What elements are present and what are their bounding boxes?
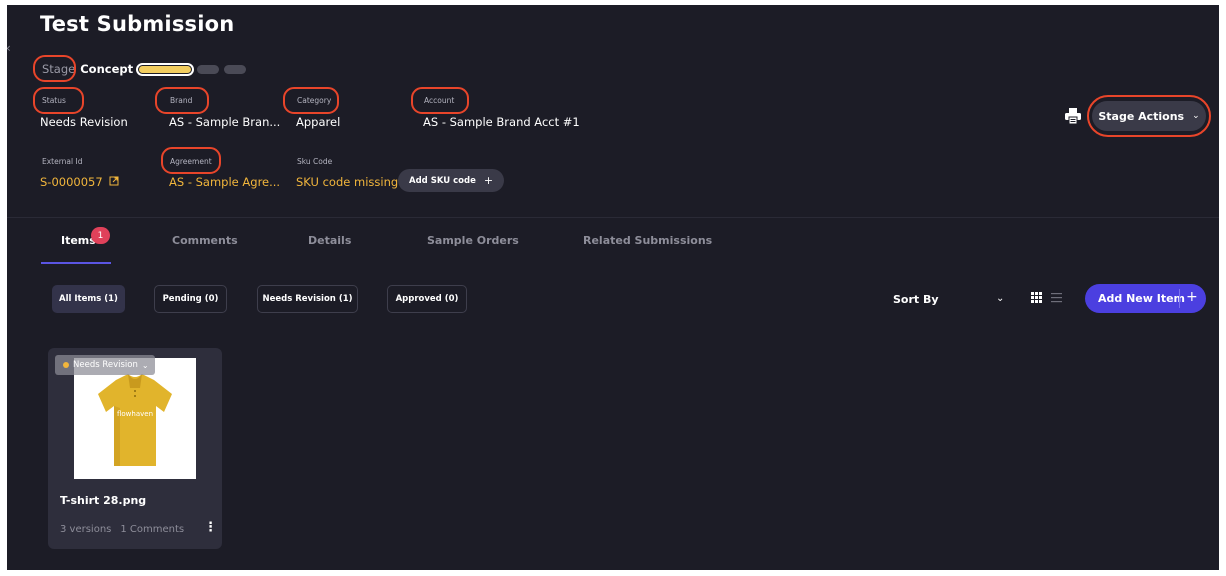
stage-label: Stage xyxy=(42,62,76,76)
item-versions[interactable]: 3 versions xyxy=(60,524,111,535)
tab-sample-orders[interactable]: Sample Orders xyxy=(427,234,519,247)
status-dot xyxy=(63,362,69,368)
account-value[interactable]: AS - Sample Brand Acct #1 xyxy=(423,115,580,129)
chevron-down-icon[interactable]: ⌄ xyxy=(996,293,1004,304)
external-id-label: External Id xyxy=(42,157,83,166)
tshirt-image: flowhaven xyxy=(98,374,172,466)
brand-value[interactable]: AS - Sample Bran... xyxy=(169,115,280,129)
category-label: Category xyxy=(297,96,332,105)
stage-actions-label: Stage Actions xyxy=(1098,109,1185,123)
add-sku-code-label: Add SKU code xyxy=(409,175,476,186)
stage-row: Stage Concept xyxy=(40,61,247,77)
stage-progress-concept xyxy=(136,62,195,76)
agreement-label: Agreement xyxy=(170,157,212,166)
submission-page: ‹ Test Submission Stage Concept Status N… xyxy=(7,5,1219,570)
stage-value: Concept xyxy=(80,62,134,76)
tab-related-submissions[interactable]: Related Submissions xyxy=(583,234,712,247)
brand-label: Brand xyxy=(170,96,193,105)
sku-code-value: SKU code missing xyxy=(296,175,399,189)
items-count-badge: 1 xyxy=(91,227,110,244)
tab-comments[interactable]: Comments xyxy=(172,234,238,247)
add-sku-code-button[interactable]: Add SKU code + xyxy=(398,169,505,192)
external-link-icon xyxy=(109,176,119,186)
tab-details[interactable]: Details xyxy=(308,234,351,247)
item-status-badge[interactable]: Needs Revision ⌄ xyxy=(55,355,155,375)
page-title: Test Submission xyxy=(40,12,235,36)
chevron-down-icon: ⌄ xyxy=(1192,111,1200,121)
item-meta: 3 versions 1 Comments xyxy=(60,524,184,535)
external-id-value[interactable]: S-0000057 xyxy=(40,175,119,189)
status-value: Needs Revision xyxy=(40,115,128,129)
tshirt-logo-text: flowhaven xyxy=(117,410,153,418)
filter-needs-revision[interactable]: Needs Revision (1) xyxy=(257,285,358,313)
plus-icon: + xyxy=(1186,289,1198,305)
stage-actions-button[interactable]: Stage Actions ⌄ xyxy=(1092,101,1206,131)
grid-view-icon[interactable] xyxy=(1031,292,1042,303)
add-new-item-label: Add New Item xyxy=(1098,292,1186,305)
sort-by-dropdown[interactable]: Sort By xyxy=(893,293,939,306)
active-tab-indicator xyxy=(41,262,111,264)
category-value: Apparel xyxy=(296,115,341,129)
list-view-icon[interactable] xyxy=(1051,292,1062,303)
item-comments[interactable]: 1 Comments xyxy=(120,524,184,535)
account-label: Account xyxy=(424,96,455,105)
external-id-text: S-0000057 xyxy=(40,175,103,189)
status-label: Status xyxy=(42,96,66,105)
header-divider xyxy=(7,217,1219,218)
item-filename: T-shirt 28.png xyxy=(60,494,147,507)
chevron-down-icon: ⌄ xyxy=(141,360,149,370)
filter-pending[interactable]: Pending (0) xyxy=(154,285,227,313)
filter-approved[interactable]: Approved (0) xyxy=(387,285,467,313)
plus-icon: + xyxy=(483,174,494,187)
agreement-value[interactable]: AS - Sample Agre... xyxy=(169,175,280,189)
print-icon[interactable] xyxy=(1064,107,1082,125)
stage-progress-step-3 xyxy=(224,64,247,74)
filter-all-items[interactable]: All Items (1) xyxy=(52,285,125,313)
button-separator xyxy=(1179,289,1180,308)
sku-code-label: Sku Code xyxy=(297,157,333,166)
add-new-item-button[interactable]: Add New Item + xyxy=(1085,284,1206,313)
item-thumbnail[interactable]: flowhaven xyxy=(74,358,196,479)
stage-progress-step-2 xyxy=(197,64,220,74)
item-card[interactable]: flowhaven Needs Revision ⌄ T-shirt 28.pn… xyxy=(48,348,222,549)
item-status-label: Needs Revision xyxy=(73,360,138,370)
more-options-icon[interactable]: ⋮ xyxy=(204,520,217,535)
back-chevron-icon[interactable]: ‹ xyxy=(7,41,11,55)
